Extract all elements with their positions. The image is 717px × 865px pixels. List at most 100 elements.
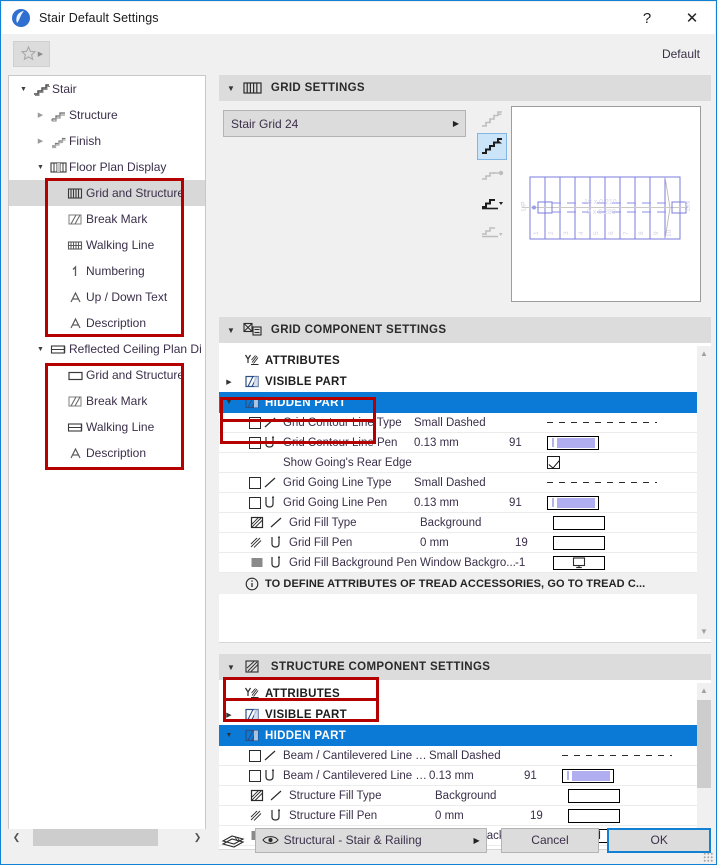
row-preview[interactable] xyxy=(547,482,667,483)
group-twisty-icon[interactable]: ▶ xyxy=(219,378,239,386)
row-checkbox[interactable] xyxy=(249,496,261,509)
group-twisty-icon[interactable]: ▶ xyxy=(219,711,239,719)
scroll-track[interactable] xyxy=(25,829,189,846)
row-number[interactable]: -1 xyxy=(515,557,553,569)
sidebar-item-break-mark[interactable]: Break Mark xyxy=(9,388,205,414)
fill-swatch[interactable] xyxy=(568,788,620,803)
row-value[interactable]: 0.13 mm xyxy=(429,770,524,782)
row-value[interactable]: Window Backgro... xyxy=(420,557,516,569)
row-checkbox[interactable] xyxy=(249,749,261,762)
sidebar-item-grid-and-structure[interactable]: Grid and Structure xyxy=(9,180,205,206)
sidebar-item-stair[interactable]: Stair xyxy=(9,76,205,102)
scroll-down-icon[interactable]: ▼ xyxy=(697,624,711,639)
collapse-caret-icon[interactable]: ▼ xyxy=(227,84,235,93)
table-row[interactable]: Grid Fill Pen 0 mm 19 xyxy=(219,533,711,553)
row-value[interactable]: Small Dashed xyxy=(429,750,524,762)
row-value[interactable]: Small Dashed xyxy=(414,477,509,489)
table-row[interactable]: Grid Going Line Type Small Dashed xyxy=(219,473,711,493)
table-row[interactable]: Beam / Cantilevered Line Ty... Small Dash… xyxy=(219,746,711,766)
sidebar-item-structure[interactable]: Structure xyxy=(9,102,205,128)
row-value[interactable]: Small Dashed xyxy=(414,417,509,429)
row-preview[interactable] xyxy=(562,755,682,756)
grid-component-scrollbar[interactable]: ▲ ▼ xyxy=(697,346,711,639)
resize-grip[interactable] xyxy=(703,852,713,862)
scroll-up-icon[interactable]: ▲ xyxy=(697,683,711,698)
checkbox-checked[interactable] xyxy=(547,456,560,469)
row-number[interactable]: 91 xyxy=(509,497,547,509)
pen-color-swatch[interactable] xyxy=(547,495,599,510)
group-twisty-icon[interactable]: ▼ xyxy=(219,732,239,739)
scroll-thumb[interactable] xyxy=(33,829,158,846)
tree-twisty-icon[interactable] xyxy=(34,111,47,119)
row-preview[interactable] xyxy=(568,788,688,803)
group-row-attributes[interactable]: ATTRIBUTES xyxy=(219,350,711,371)
row-preview[interactable] xyxy=(553,535,673,550)
group-row-hidden-part[interactable]: ▼ HIDDEN PART xyxy=(219,725,711,746)
sidebar-item-description[interactable]: Description xyxy=(9,310,205,336)
row-value[interactable]: Background xyxy=(420,517,515,529)
sidebar-item-description[interactable]: Description xyxy=(9,440,205,466)
row-value[interactable]: 0.13 mm xyxy=(414,497,509,509)
table-row[interactable]: Structure Fill Type Background xyxy=(219,786,711,806)
ok-button[interactable]: OK xyxy=(607,827,711,853)
row-preview[interactable] xyxy=(562,768,682,783)
pen-color-swatch[interactable] xyxy=(547,435,599,450)
row-preview[interactable] xyxy=(553,515,673,530)
grid-type-combobox[interactable]: Stair Grid 24 ▶ xyxy=(223,110,466,137)
row-value[interactable]: Background xyxy=(435,790,530,802)
table-row[interactable]: Grid Contour Line Pen 0.13 mm 91 xyxy=(219,433,711,453)
group-row-hidden-part[interactable]: ▼ HIDDEN PART xyxy=(219,392,711,413)
group-row-visible-part[interactable]: ▶ VISIBLE PART xyxy=(219,704,711,725)
group-row-attributes[interactable]: ATTRIBUTES xyxy=(219,683,711,704)
stair-view-3-icon[interactable] xyxy=(477,161,507,188)
chevron-right-icon[interactable]: ▶ xyxy=(468,836,486,845)
scroll-right-icon[interactable]: ❯ xyxy=(189,832,206,843)
tree-twisty-icon[interactable] xyxy=(34,345,47,353)
table-row[interactable]: Grid Going Line Pen 0.13 mm 91 xyxy=(219,493,711,513)
chevron-right-icon[interactable]: ▶ xyxy=(447,119,465,128)
row-number[interactable]: 19 xyxy=(515,537,553,549)
row-preview[interactable] xyxy=(568,808,688,823)
row-checkbox[interactable] xyxy=(249,476,261,489)
table-row[interactable]: Grid Contour Line Type Small Dashed xyxy=(219,413,711,433)
tree-twisty-icon[interactable] xyxy=(17,85,30,93)
group-twisty-icon[interactable]: ▼ xyxy=(219,399,239,406)
row-checkbox[interactable] xyxy=(249,416,261,429)
sidebar-item-numbering[interactable]: Numbering xyxy=(9,258,205,284)
row-value[interactable]: 0 mm xyxy=(435,810,530,822)
row-preview[interactable] xyxy=(553,555,673,570)
tree-twisty-icon[interactable] xyxy=(34,163,47,171)
sidebar-item-finish[interactable]: Finish xyxy=(9,128,205,154)
row-number[interactable]: 91 xyxy=(524,770,562,782)
tree-twisty-icon[interactable] xyxy=(34,137,47,145)
table-row[interactable]: Grid Fill Background Pen Window Backgro..… xyxy=(219,553,711,573)
row-number[interactable]: 19 xyxy=(530,810,568,822)
row-checkbox[interactable] xyxy=(249,436,261,449)
collapse-caret-icon[interactable]: ▼ xyxy=(227,326,235,335)
row-preview[interactable] xyxy=(547,456,667,469)
table-row[interactable]: Grid Fill Type Background xyxy=(219,513,711,533)
close-button[interactable]: ✕ xyxy=(669,2,715,34)
scroll-left-icon[interactable]: ❮ xyxy=(8,832,25,843)
row-preview[interactable] xyxy=(547,435,667,450)
fill-swatch[interactable] xyxy=(553,515,605,530)
sidebar-item-up-down-text[interactable]: Up / Down Text xyxy=(9,284,205,310)
layer-combobox[interactable]: Structural - Stair & Railing ▶ xyxy=(254,827,487,853)
row-checkbox[interactable] xyxy=(249,769,261,782)
fill-swatch[interactable] xyxy=(568,808,620,823)
row-preview[interactable] xyxy=(547,422,667,423)
sidebar-item-grid-and-structure[interactable]: Grid and Structure xyxy=(9,362,205,388)
row-value[interactable]: 0.13 mm xyxy=(414,437,509,449)
scroll-thumb[interactable] xyxy=(697,700,711,788)
stair-view-5-icon[interactable] xyxy=(477,217,507,244)
grid-settings-header[interactable]: ▼ GRID SETTINGS xyxy=(219,75,711,101)
fill-swatch[interactable] xyxy=(553,535,605,550)
sidebar-item-reflected-ceiling-plan-di[interactable]: Reflected Ceiling Plan Di xyxy=(9,336,205,362)
stair-view-2-icon[interactable] xyxy=(477,133,507,160)
favorites-button[interactable]: ▶ xyxy=(13,40,50,67)
sidebar-item-walking-line[interactable]: Walking Line xyxy=(9,232,205,258)
structure-component-scrollbar[interactable]: ▲ ▼ xyxy=(697,683,711,846)
window-background-swatch[interactable] xyxy=(553,555,605,570)
scroll-up-icon[interactable]: ▲ xyxy=(697,346,711,361)
pen-color-swatch[interactable] xyxy=(562,768,614,783)
